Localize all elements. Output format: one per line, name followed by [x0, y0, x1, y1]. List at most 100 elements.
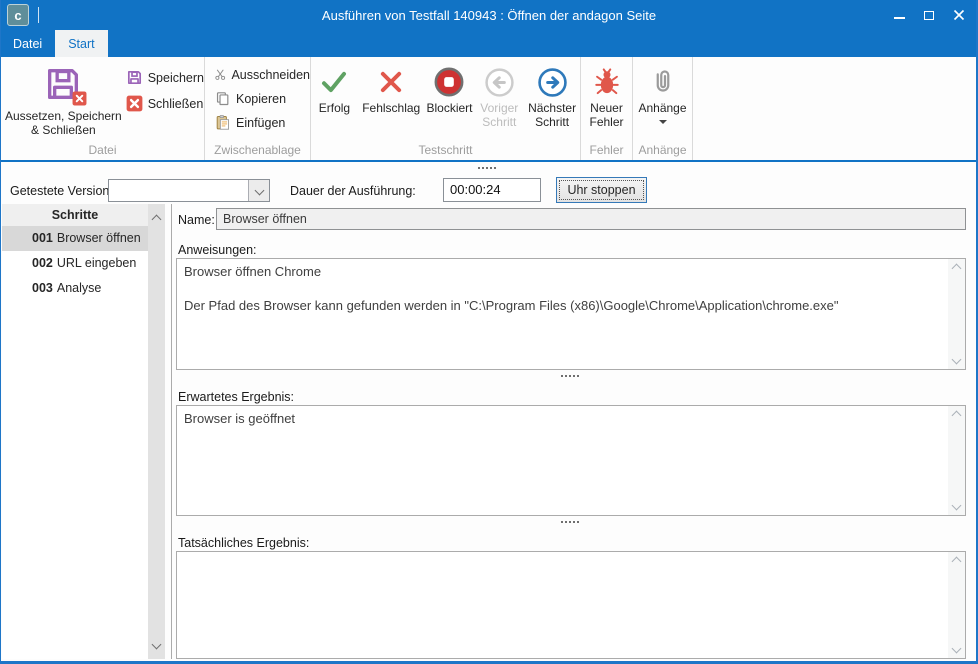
ribbon-group-zwischenablage: Ausschneiden Kopieren Einfügen Zwische — [205, 57, 311, 160]
stop-clock-button[interactable]: Uhr stoppen — [556, 177, 647, 203]
cancel-badge-icon — [72, 91, 87, 106]
step-row-1[interactable]: 001 Browser öffnen — [2, 226, 148, 251]
tested-version-value — [109, 180, 248, 201]
step-number: 001 — [32, 231, 53, 245]
step-row-3[interactable]: 003 Analyse — [2, 276, 148, 301]
ribbon-tab-row: Datei Start — [0, 30, 978, 57]
save-label: Speichern — [148, 71, 204, 85]
cut-label: Ausschneiden — [231, 68, 310, 82]
scissors-icon — [214, 66, 226, 83]
ribbon: Aussetzen, Speichern & Schließen Speiche… — [1, 57, 976, 162]
tab-datei[interactable]: Datei — [0, 30, 55, 57]
actual-result-label: Tatsächliches Ergebnis: — [178, 536, 309, 550]
next-step-label: Nächster Schritt — [524, 102, 580, 129]
combobox-dropdown-button[interactable] — [248, 180, 269, 201]
next-step-icon — [536, 66, 569, 99]
actual-result-text[interactable] — [177, 552, 947, 658]
attachments-dropdown-icon[interactable] — [659, 120, 667, 124]
app-icon-glyph: c — [14, 8, 21, 23]
splitter-handle-instructions[interactable] — [561, 372, 581, 379]
titlebar-separator — [38, 7, 39, 23]
maximize-icon — [924, 11, 934, 20]
window-controls — [884, 0, 974, 30]
success-check-icon — [319, 67, 349, 97]
duration-field[interactable]: 00:00:24 — [443, 178, 541, 202]
steps-scrollbar[interactable] — [148, 204, 165, 659]
minimize-icon — [894, 17, 905, 19]
close-button[interactable] — [944, 0, 974, 30]
actual-result-textbox[interactable] — [176, 551, 966, 659]
expected-result-label: Erwartetes Ergebnis: — [178, 390, 294, 404]
expected-scrollbar[interactable] — [948, 406, 965, 515]
chevron-down-icon — [952, 644, 962, 654]
minimize-button[interactable] — [884, 0, 914, 30]
close-red-icon — [126, 95, 143, 112]
ribbon-empty-space — [693, 57, 976, 160]
name-field[interactable]: Browser öffnen — [216, 208, 966, 230]
app-icon: c — [7, 4, 29, 26]
group-label-zwischenablage: Zwischenablage — [205, 143, 310, 157]
step-number: 002 — [32, 256, 53, 270]
steps-header: Schritte — [2, 204, 148, 226]
paste-label: Einfügen — [236, 116, 285, 130]
duration-label: Dauer der Ausführung: — [290, 184, 416, 198]
chevron-down-icon — [152, 640, 162, 650]
cut-button[interactable]: Ausschneiden — [214, 66, 310, 83]
ribbon-group-fehler: Neuer Fehler Fehler — [581, 57, 633, 160]
ribbon-group-datei: Aussetzen, Speichern & Schließen Speiche… — [1, 57, 205, 160]
blocked-label: Blockiert — [426, 102, 472, 116]
instructions-textbox[interactable]: Browser öffnen Chrome Der Pfad des Brows… — [176, 258, 966, 370]
instructions-scrollbar[interactable] — [948, 259, 965, 369]
grip-dots — [561, 521, 563, 523]
ribbon-group-testschritt: Erfolg Fehlschlag Blockiert — [311, 57, 581, 160]
fail-x-icon — [376, 67, 406, 97]
panel-splitter[interactable] — [171, 204, 172, 659]
grip-dots — [478, 167, 480, 169]
instructions-label: Anweisungen: — [178, 243, 257, 257]
bug-icon — [593, 68, 621, 96]
scroll-up-button[interactable] — [153, 210, 160, 228]
close-testcase-button[interactable]: Schließen — [126, 95, 204, 112]
step-number: 003 — [32, 281, 53, 295]
copy-button[interactable]: Kopieren — [214, 90, 310, 107]
chevron-up-icon — [152, 215, 162, 225]
new-error-label: Neuer Fehler — [581, 102, 632, 129]
step-label: Browser öffnen — [57, 231, 141, 245]
instructions-text[interactable]: Browser öffnen Chrome Der Pfad des Brows… — [177, 259, 947, 369]
step-label: URL eingeben — [57, 256, 136, 270]
close-icon — [953, 9, 965, 21]
scroll-down-button[interactable] — [153, 635, 160, 653]
paste-button[interactable]: Einfügen — [214, 114, 310, 131]
tab-start[interactable]: Start — [55, 30, 107, 57]
attachments-label: Anhänge — [638, 102, 686, 116]
save-button[interactable]: Speichern — [126, 69, 204, 86]
paperclip-icon — [649, 67, 677, 97]
group-label-anhaenge: Anhänge — [633, 143, 692, 157]
save-icon — [126, 69, 143, 86]
actual-scrollbar[interactable] — [948, 552, 965, 658]
expected-result-text[interactable]: Browser is geöffnet — [177, 406, 947, 515]
chevron-down-icon — [254, 186, 264, 196]
copy-icon — [214, 90, 231, 107]
title-bar: c Ausführen von Testfall 140943 : Öffnen… — [0, 0, 978, 30]
previous-step-label: Voriger Schritt — [474, 102, 524, 129]
steps-panel: Schritte 001 Browser öffnen 002 URL eingeb… — [2, 204, 148, 659]
previous-step-icon — [483, 66, 516, 99]
step-row-2[interactable]: 002 URL eingeben — [2, 251, 148, 276]
tested-version-combobox[interactable] — [108, 179, 270, 202]
grip-dots — [561, 375, 563, 377]
paste-icon — [214, 114, 231, 131]
success-label: Erfolg — [319, 102, 350, 116]
maximize-button[interactable] — [914, 0, 944, 30]
fail-label: Fehlschlag — [362, 102, 420, 116]
splitter-handle-top[interactable] — [478, 164, 498, 171]
step-label: Analyse — [57, 281, 101, 295]
splitter-handle-expected[interactable] — [561, 518, 581, 525]
expected-result-textbox[interactable]: Browser is geöffnet — [176, 405, 966, 516]
window-title: Ausführen von Testfall 140943 : Öffnen d… — [120, 8, 858, 23]
blocked-stop-icon — [432, 65, 466, 99]
chevron-down-icon — [952, 501, 962, 511]
suspend-save-close-label: Aussetzen, Speichern & Schließen — [1, 109, 126, 137]
copy-label: Kopieren — [236, 92, 286, 106]
group-label-fehler: Fehler — [581, 143, 632, 157]
